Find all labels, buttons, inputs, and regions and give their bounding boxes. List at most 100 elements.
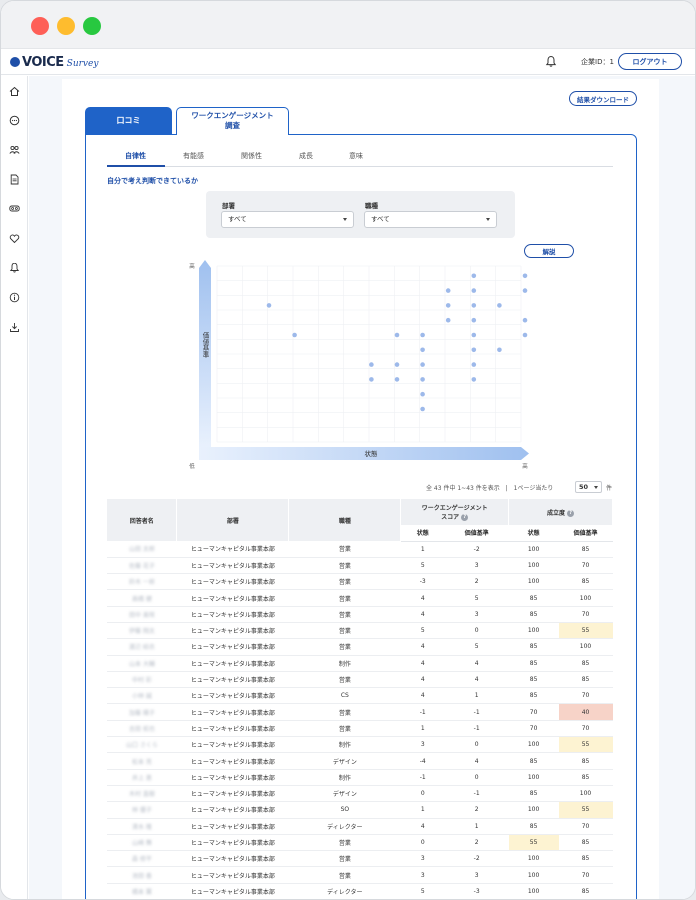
- scatter-point[interactable]: [471, 377, 477, 382]
- tab-kuchikomi[interactable]: 口コミ: [85, 107, 172, 134]
- logout-button[interactable]: ログアウト: [618, 53, 682, 70]
- scatter-point[interactable]: [471, 317, 477, 323]
- subtab-competence[interactable]: 有能感: [183, 151, 204, 161]
- help-icon[interactable]: ?: [461, 514, 469, 521]
- table-row[interactable]: 吉田 拓也 ヒューマンキャピタル事業本部 営業 1 -1 70 70: [107, 720, 613, 738]
- table-row[interactable]: 佐藤 花子 ヒューマンキャピタル事業本部 営業 5 3 100 70: [107, 557, 613, 575]
- scatter-point[interactable]: [420, 391, 425, 397]
- scatter-point[interactable]: [471, 303, 477, 308]
- table-row[interactable]: 橋本 翼ヒューマンキャピタル事業本部 ディレクター 5 -3 100 85: [107, 883, 613, 899]
- sidebar: [1, 76, 28, 899]
- scatter-point[interactable]: [471, 332, 477, 338]
- cell-achievement-value: 85: [558, 850, 613, 868]
- info-icon[interactable]: [9, 292, 20, 303]
- per-page-select[interactable]: 50: [575, 481, 602, 493]
- table-row[interactable]: 伊藤 翔太 ヒューマンキャピタル事業本部 営業 5 0 100 55: [107, 622, 613, 640]
- scatter-point[interactable]: [369, 377, 374, 382]
- cell-department: ヒューマンキャピタル事業本部: [176, 850, 289, 868]
- table-row[interactable]: 小林 誠ヒューマンキャピタル事業本部 CS 4 1 85 70: [107, 687, 613, 705]
- table-row[interactable]: 山田 太郎 ヒューマンキャピタル事業本部 営業 1 -2 100 85: [107, 541, 613, 558]
- job-select[interactable]: すべて: [364, 211, 497, 228]
- cell-achievement-value: 40: [558, 703, 613, 721]
- active-subtab-indicator: [107, 165, 165, 167]
- scatter-point[interactable]: [445, 317, 451, 323]
- header-score-label: ワークエンゲージメント スコア: [421, 505, 488, 521]
- scatter-point[interactable]: [394, 377, 400, 382]
- scatter-point[interactable]: [420, 406, 425, 412]
- table-row[interactable]: 山本 大輔 ヒューマンキャピタル事業本部 制作 4 4 85 85: [107, 655, 613, 672]
- scatter-point[interactable]: [522, 288, 528, 293]
- chat-icon[interactable]: [9, 115, 20, 126]
- subtab-relatedness[interactable]: 関係性: [241, 151, 262, 161]
- people-icon[interactable]: [9, 144, 20, 155]
- cell-job: 営業: [288, 866, 401, 884]
- scatter-point[interactable]: [522, 332, 528, 338]
- table-row[interactable]: 林 優子 ヒューマンキャピタル事業本部 SO 1 2 100 55: [107, 801, 613, 819]
- table-row[interactable]: 田中 美咲 ヒューマンキャピタル事業本部 営業 4 3 85 70: [107, 606, 613, 623]
- scatter-point[interactable]: [394, 362, 400, 367]
- minimize-window-button[interactable]: [57, 17, 75, 35]
- scatter-point[interactable]: [394, 332, 400, 338]
- close-window-button[interactable]: [31, 17, 49, 35]
- cell-department: ヒューマンキャピタル事業本部: [176, 785, 289, 803]
- heart-icon[interactable]: [9, 233, 20, 244]
- download-results-button[interactable]: 結果ダウンロード: [569, 91, 637, 106]
- voice-survey-logo[interactable]: VOICE Survey: [10, 52, 98, 72]
- table-row[interactable]: 清水 隆ヒューマンキャピタル事業本部 ディレクター 4 1 85 70: [107, 818, 613, 835]
- maximize-window-button[interactable]: [83, 17, 101, 35]
- cell-department: ヒューマンキャピタル事業本部: [176, 720, 289, 738]
- table-row[interactable]: 木村 直樹 ヒューマンキャピタル事業本部 デザイン 0 -1 85 100: [107, 785, 613, 803]
- scatter-point[interactable]: [497, 347, 502, 353]
- table-row[interactable]: 高橋 健ヒューマンキャピタル事業本部 営業 4 5 85 100: [107, 589, 613, 607]
- chevron-down-icon: [594, 486, 598, 489]
- bell-icon[interactable]: [9, 262, 20, 273]
- scatter-point[interactable]: [369, 362, 374, 367]
- subtab-growth[interactable]: 成長: [299, 151, 313, 161]
- cell-job: 営業: [288, 850, 401, 868]
- subtab-autonomy[interactable]: 自律性: [125, 151, 146, 161]
- notification-bell-icon[interactable]: [545, 55, 557, 68]
- table-row[interactable]: 鈴木 一郎 ヒューマンキャピタル事業本部 営業 -3 2 100 85: [107, 573, 613, 591]
- question-title: 自分で考え判断できているか: [107, 177, 198, 185]
- table-row[interactable]: 松本 亮ヒューマンキャピタル事業本部 デザイン -4 4 85 85: [107, 752, 613, 770]
- table-row[interactable]: 渡辺 結衣 ヒューマンキャピタル事業本部 営業 4 5 85 100: [107, 638, 613, 656]
- tab-work-engagement[interactable]: ワークエンゲージメント 調査: [176, 107, 289, 135]
- scatter-point[interactable]: [471, 273, 477, 279]
- scatter-point[interactable]: [522, 273, 528, 279]
- scatter-point[interactable]: [420, 347, 425, 353]
- table-row[interactable]: 加藤 陽子 ヒューマンキャピタル事業本部 営業 -1 -1 70 40: [107, 703, 613, 721]
- header-achievement: 成立度?: [508, 499, 613, 525]
- download-icon[interactable]: [9, 322, 20, 333]
- table-row[interactable]: 池田 香ヒューマンキャピタル事業本部 営業 3 3 100 70: [107, 866, 613, 884]
- scatter-point[interactable]: [522, 317, 528, 323]
- scatter-point[interactable]: [445, 288, 451, 293]
- scatter-point[interactable]: [471, 288, 477, 293]
- table-row[interactable]: 森 修平 ヒューマンキャピタル事業本部 営業 3 -2 100 85: [107, 850, 613, 868]
- scatter-point[interactable]: [497, 303, 502, 308]
- help-icon[interactable]: ?: [567, 509, 575, 517]
- subtab-meaning[interactable]: 意味: [349, 151, 363, 161]
- scatter-point[interactable]: [420, 377, 425, 382]
- table-row[interactable]: 中村 彩ヒューマンキャピタル事業本部 営業 4 4 85 85: [107, 671, 613, 689]
- scatter-point[interactable]: [420, 362, 425, 367]
- scatter-point[interactable]: [292, 332, 297, 338]
- header-score: ワークエンゲージメント スコア?: [400, 499, 510, 525]
- scatter-point[interactable]: [420, 332, 425, 338]
- scatter-point[interactable]: [471, 347, 477, 353]
- cell-name: 池田 香: [107, 866, 177, 884]
- department-select[interactable]: すべて: [221, 211, 354, 228]
- cell-score-state: 3: [400, 736, 445, 754]
- vr-icon[interactable]: [9, 203, 20, 214]
- document-icon[interactable]: [9, 174, 20, 185]
- cell-achievement-value: 70: [558, 818, 613, 835]
- home-icon[interactable]: [9, 86, 20, 97]
- cell-score-state: 1: [400, 801, 445, 819]
- table-row[interactable]: 山崎 舞ヒューマンキャピタル事業本部 営業 0 2 55 85: [107, 834, 613, 852]
- scatter-point[interactable]: [445, 303, 451, 308]
- cell-achievement-state: 100: [508, 883, 559, 899]
- table-row[interactable]: 井上 恵ヒューマンキャピタル事業本部 制作 -1 0 100 85: [107, 769, 613, 786]
- scatter-point[interactable]: [266, 303, 272, 308]
- company-id-label: 企業ID：1: [581, 58, 614, 66]
- scatter-point[interactable]: [471, 362, 477, 367]
- table-row[interactable]: 山口 さくら ヒューマンキャピタル事業本部 制作 3 0 100 55: [107, 736, 613, 754]
